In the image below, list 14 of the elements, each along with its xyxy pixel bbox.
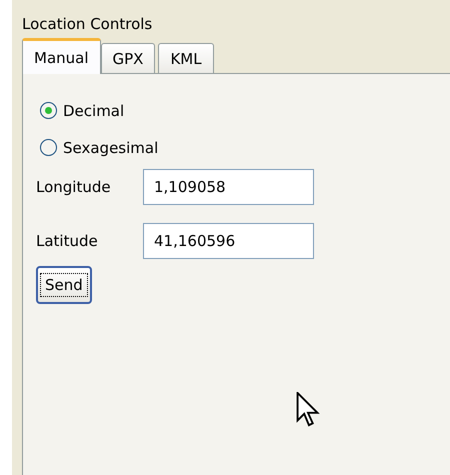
radio-label[interactable]: Sexagesimal — [63, 138, 158, 156]
field-label: Latitude — [36, 232, 99, 250]
input-field[interactable]: 1,109058 — [143, 168, 314, 204]
radio-button[interactable] — [40, 139, 57, 156]
input-field[interactable]: 41,160596 — [143, 222, 314, 258]
tab[interactable]: GPX — [100, 43, 156, 73]
pointer-icon — [296, 392, 320, 428]
tab[interactable]: Manual — [22, 38, 101, 74]
field-label: Longitude — [36, 178, 112, 196]
radio-button[interactable] — [40, 102, 57, 119]
panel-title: Location Controls — [21, 14, 154, 35]
radio-label[interactable]: Decimal — [63, 102, 124, 120]
tab[interactable]: KML — [158, 43, 214, 73]
send-button[interactable]: Send — [36, 266, 92, 304]
